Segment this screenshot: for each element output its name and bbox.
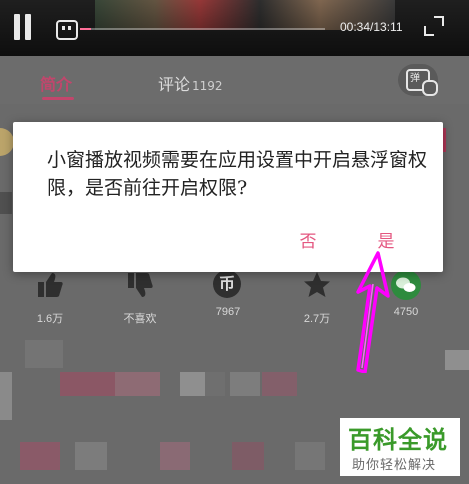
annotation-arrow-icon bbox=[356, 251, 390, 373]
mini-window-icon[interactable] bbox=[56, 20, 78, 40]
progress-track[interactable] bbox=[80, 28, 325, 30]
watermark-logo: 百科全说 助你轻松解决 bbox=[340, 418, 460, 476]
comments-count: 1192 bbox=[192, 79, 223, 93]
tab-active-indicator bbox=[42, 97, 74, 100]
watermark-subtitle: 助你轻松解决 bbox=[352, 458, 437, 473]
coin-count: 7967 bbox=[215, 306, 241, 318]
coin-button[interactable]: 币 7967 bbox=[198, 270, 258, 318]
tab-comments-label: 评论 bbox=[158, 75, 191, 94]
dislike-button[interactable]: 不喜欢 bbox=[110, 270, 170, 326]
info-row-edge bbox=[0, 192, 12, 214]
coin-icon: 币 bbox=[213, 270, 241, 298]
favorite-count: 2.7万 bbox=[303, 313, 331, 325]
fullscreen-icon[interactable] bbox=[424, 16, 444, 36]
like-button[interactable]: 1.6万 bbox=[20, 270, 80, 326]
video-player[interactable]: 00:34/13:11 bbox=[0, 0, 469, 56]
progress-fill bbox=[80, 28, 91, 30]
no-button[interactable]: 否 bbox=[287, 226, 329, 258]
star-icon bbox=[304, 272, 330, 297]
time-readout: 00:34/13:11 bbox=[340, 20, 403, 34]
like-count: 1.6万 bbox=[36, 313, 64, 325]
thumbs-down-icon bbox=[128, 273, 153, 297]
danmaku-glyph: 弹 bbox=[410, 73, 420, 84]
thumbs-up-icon bbox=[38, 273, 63, 297]
dislike-label: 不喜欢 bbox=[123, 313, 157, 325]
pause-icon[interactable] bbox=[12, 14, 34, 40]
tab-comments[interactable]: 评论 1192 bbox=[158, 71, 223, 95]
tab-intro[interactable]: 简介 bbox=[40, 71, 72, 95]
watermark-title: 百科全说 bbox=[348, 426, 448, 454]
danmaku-off-icon bbox=[422, 80, 438, 96]
favorite-button[interactable]: 2.7万 bbox=[287, 270, 347, 326]
danmaku-toggle-button[interactable]: 弹 bbox=[398, 64, 438, 96]
dialog-message: 小窗播放视频需要在应用设置中开启悬浮窗权限，是否前往开启权限? bbox=[47, 149, 428, 199]
